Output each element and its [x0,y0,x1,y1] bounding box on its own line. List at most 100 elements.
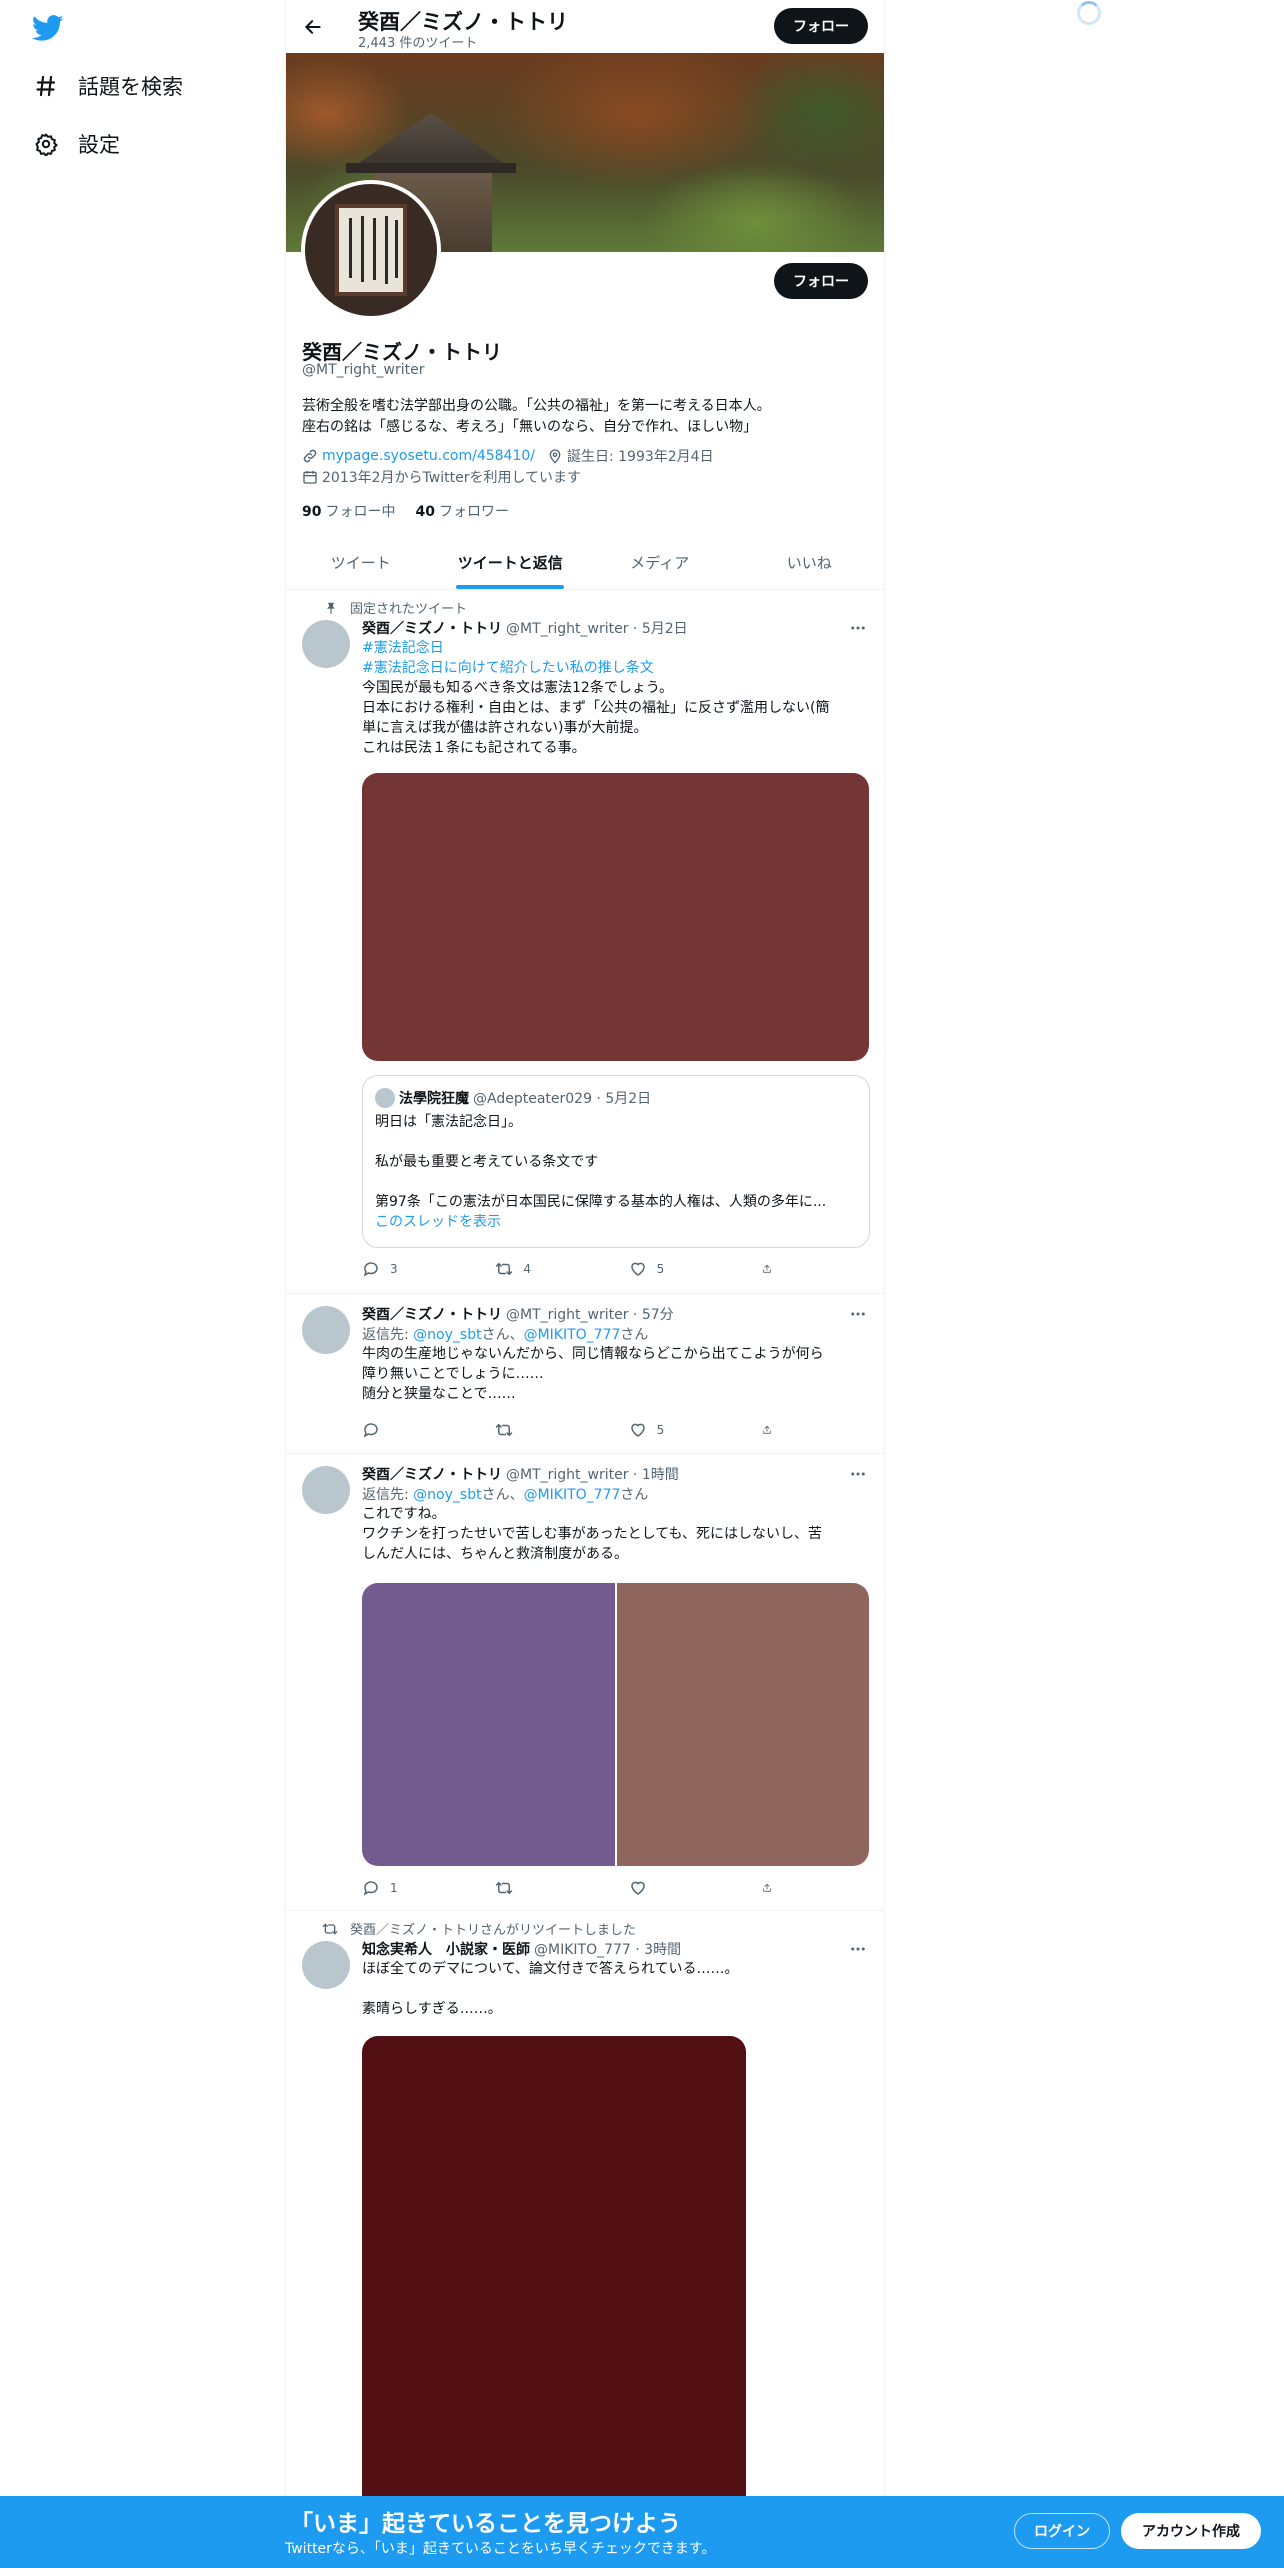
pinned-label: 固定されたツイート [350,602,468,617]
followers-link[interactable]: 40 フォロワー [415,501,508,521]
quoted-handle-time: @Adepteater029 · 5月2日 [473,1091,652,1107]
tweet-avatar[interactable] [302,620,350,668]
tweet-author-name[interactable]: 癸酉／ミズノ・トトリ [362,621,502,637]
tab-tweets-and-replies[interactable]: ツイートと返信 [436,535,586,589]
quoted-tweet[interactable]: 法學院狂魔 @Adepteater029 · 5月2日 明日は「憲法記念日」。 私… [362,1075,870,1248]
login-button[interactable]: ログイン [1014,2513,1110,2549]
tweet-text-line: しんだ人には、ちゃんと救済制度がある。 [362,1546,628,1562]
like-button[interactable]: 5 [629,1259,699,1279]
tab-media[interactable]: メディア [585,535,735,589]
back-arrow-icon[interactable] [298,12,328,42]
tab-likes[interactable]: いいね [735,535,885,589]
tweet-avatar[interactable] [302,1466,350,1514]
retweet-icon [496,1424,513,1436]
tweet-media-image[interactable] [362,1583,615,1866]
heart-icon [630,1423,645,1437]
header-tweet-count: 2,443 件のツイート [358,36,478,51]
reply-button[interactable]: 1 [362,1878,432,1898]
tweet-text-line: 日本における権利・自由とは、まず「公共の福祉」に反さず濫用しない(簡 [362,700,830,716]
tweet-avatar[interactable] [302,1941,350,1989]
tweet-text-line: ワクチンを打ったせいで苦しむ事があったとしても、死にはしないし、苦 [362,1526,823,1542]
signup-banner-subtitle: Twitterなら、「いま」起きていることをいち早くチェックできます。 [285,2541,716,2557]
mention-link[interactable]: @MIKITO_777 [524,1327,621,1343]
quoted-text-line [375,1172,859,1192]
tweet-item[interactable]: 癸酉／ミズノ・トトリ @MT_right_writer · 1時間 返信先: @n… [286,1454,884,1911]
tweet-text-line: これは民法１条にも記されてる事。 [362,740,586,756]
mention-link[interactable]: @noy_sbt [413,1327,481,1343]
share-icon [763,1425,771,1434]
mention-link[interactable]: @noy_sbt [413,1487,481,1503]
tweet-text-line [362,1979,870,1999]
share-button[interactable] [762,1420,782,1440]
mention-link[interactable]: @MIKITO_777 [524,1487,621,1503]
more-options-icon[interactable] [848,1464,868,1484]
hashtag-link[interactable]: #憲法記念日に向けて紹介したい私の推し条文 [362,660,654,676]
retweet-icon [496,1882,513,1894]
tweet-text-line: ほぼ全てのデマについて、論文付きで答えられている……。 [362,1961,739,1977]
show-thread-link[interactable]: このスレッドを表示 [375,1214,501,1230]
tweet-avatar[interactable] [302,1306,350,1354]
like-count: 5 [656,1262,665,1276]
more-options-icon[interactable] [848,1939,868,1959]
more-options-icon[interactable] [848,618,868,638]
create-account-button[interactable]: アカウント作成 [1121,2513,1261,2549]
tweet-text-line: 障り無いことでしょうに…… [362,1366,544,1382]
quoted-header: 法學院狂魔 @Adepteater029 · 5月2日 [399,1088,651,1108]
retweet-button[interactable] [495,1420,565,1440]
tweet-header: 癸酉／ミズノ・トトリ @MT_right_writer · 57分 [362,1304,674,1324]
tweet-media-image[interactable] [362,773,869,1061]
tweet-author-name[interactable]: 癸酉／ミズノ・トトリ [362,1307,502,1323]
tweet-handle-time: @MT_right_writer · 57分 [506,1307,674,1323]
tweet-author-name[interactable]: 癸酉／ミズノ・トトリ [362,1467,502,1483]
reply-to-line: 返信先: @noy_sbtさん、@MIKITO_777さん [362,1324,648,1344]
tweet-text-line: これですね。 [362,1506,446,1522]
like-button[interactable] [629,1878,699,1898]
profile-joined-row: 2013年2月からTwitterを利用しています [302,467,581,487]
profile-name: 癸酉／ミズノ・トトリ [302,340,502,364]
profile-bio: 芸術全般を嗜む法学部出身の公職。「公共の福祉」を第一に考える日本人。 座右の銘は… [302,396,872,438]
share-button[interactable] [762,1259,782,1279]
header-follow-button[interactable]: フォロー [774,8,868,44]
hashtag-link[interactable]: #憲法記念日 [362,640,444,656]
more-options-icon[interactable] [848,1304,868,1324]
quoted-avatar [375,1088,395,1108]
nav-explore-label: 話題を検索 [78,75,183,99]
share-icon [763,1264,771,1273]
tweet-item[interactable]: 固定されたツイート 癸酉／ミズノ・トトリ @MT_right_writer · 5… [286,590,884,1294]
profile-url-link[interactable]: mypage.syosetu.com/458410/ [322,448,535,464]
tweet-media-image[interactable] [362,2036,746,2516]
pinned-context: 固定されたツイート [302,598,467,617]
retweet-button[interactable] [495,1878,565,1898]
tweet-handle-time: @MT_right_writer · 5月2日 [506,621,688,637]
reply-button[interactable]: 3 [362,1259,432,1279]
tweet-body: ほぼ全てのデマについて、論文付きで答えられている……。 素晴らしすぎる……。 [362,1959,870,2019]
tweet-text-line: 随分と狭量なことで…… [362,1386,516,1402]
nav-settings[interactable]: 設定 [32,124,120,164]
tweet-item[interactable]: 癸酉／ミズノ・トトリ @MT_right_writer · 57分 返信先: @n… [286,1294,884,1454]
nav-explore[interactable]: 話題を検索 [32,66,183,106]
tweet-handle-time: @MT_right_writer · 1時間 [506,1467,679,1483]
tab-tweets[interactable]: ツイート [286,535,436,589]
hash-icon [32,72,60,100]
profile-avatar[interactable] [301,180,441,320]
reply-to-prefix: 返信先: [362,1327,414,1343]
profile-follow-button[interactable]: フォロー [774,263,868,299]
retweet-count: 4 [523,1262,531,1276]
location-pin-icon [547,448,563,464]
reply-to-mid: さん、 [481,1327,524,1343]
link-icon [302,448,318,464]
twitter-bird-icon[interactable] [31,12,64,44]
reply-count: 3 [390,1262,398,1276]
share-button[interactable] [762,1878,782,1898]
following-link[interactable]: 90 フォロー中 [302,501,395,521]
loading-spinner-icon [1077,1,1101,25]
tweet-author-name[interactable]: 知念実希人 小説家・医師 [362,1942,530,1958]
tweet-media-image[interactable] [616,1583,869,1866]
like-button[interactable]: 5 [629,1420,699,1440]
reply-icon [363,1262,378,1277]
retweet-button[interactable]: 4 [495,1259,565,1279]
reply-button[interactable] [362,1420,432,1440]
tweet-text-line: 今国民が最も知るべき条文は憲法12条でしょう。 [362,680,673,696]
tweet-item[interactable]: 癸酉／ミズノ・トトリさんがリツイートしました 知念実希人 小説家・医師 @MIKI… [286,1911,884,2516]
retweet-context-label[interactable]: 癸酉／ミズノ・トトリさんがリツイートしました [350,1919,636,1938]
